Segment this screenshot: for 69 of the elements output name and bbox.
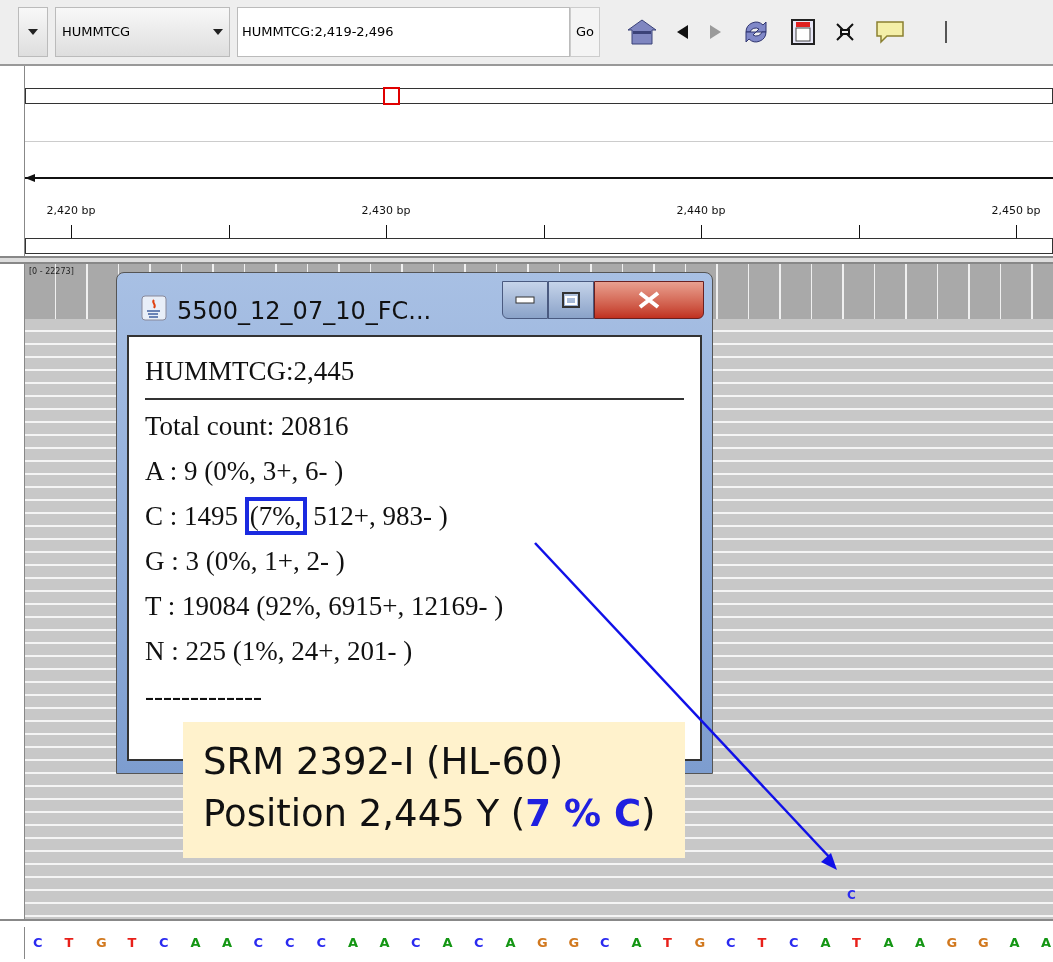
dropdown[interactable] (18, 7, 48, 57)
base-letter: A (820, 934, 831, 953)
java-icon (141, 295, 167, 321)
position-heading: HUMMTCG:2,445 (145, 355, 355, 388)
count-line: T : 19084 (92%, 6915+, 12169- ) (145, 590, 504, 623)
base-letter: A (1009, 934, 1020, 953)
base-letter: T (852, 934, 861, 953)
base-letter: G (694, 934, 706, 953)
ruler-label: 2,430 bp (361, 203, 411, 219)
base-letter: C (474, 934, 484, 953)
minimize-button[interactable] (502, 281, 548, 319)
caret-icon (28, 29, 38, 35)
base-letter: G (537, 934, 548, 953)
ruler-label: 2,450 bp (991, 203, 1041, 219)
base-letter: C (253, 934, 264, 953)
base-letter: G (96, 934, 107, 953)
base-letter: A (1041, 934, 1052, 953)
base-letter: C (600, 934, 610, 953)
ruler-label: 2,420 bp (46, 203, 96, 219)
count-line: N : 225 (1%, 24+, 201- ) (145, 635, 413, 668)
back-icon[interactable] (677, 25, 689, 39)
base-letter: C (159, 934, 169, 953)
base-letter: C (411, 934, 421, 953)
base-letter: C (316, 934, 327, 953)
callout-text: Position 2,445 Y (7 % C) (203, 791, 656, 837)
base-letter: G (568, 934, 580, 953)
variant-base: C (847, 887, 856, 904)
base-letter: C (789, 934, 799, 953)
maximize-icon (562, 292, 580, 308)
base-letter: G (946, 934, 958, 953)
go-button[interactable]: Go (570, 7, 600, 57)
base-letter: A (442, 934, 453, 953)
base-letter: C (285, 934, 295, 953)
region-marker (383, 87, 400, 105)
close-button[interactable] (594, 281, 704, 319)
close-icon (637, 291, 661, 309)
ruler-label: 2,440 bp (676, 203, 726, 219)
resize-icon[interactable] (835, 22, 855, 42)
count-line: C : 1495 (7%, 512+, 983- ) (145, 494, 448, 539)
base-letter: C (726, 934, 736, 953)
region-icon[interactable] (791, 19, 815, 45)
count-line: G : 3 (0%, 1+, 2- ) (145, 545, 345, 578)
base-letter: A (190, 934, 201, 953)
panel-splitter[interactable] (0, 256, 1053, 264)
base-letter: A (883, 934, 894, 953)
base-letter: A (379, 934, 390, 953)
base-letter: A (222, 934, 233, 953)
count-line: ------------- (145, 680, 262, 713)
base-letter: A (915, 934, 926, 953)
locus-field[interactable]: HUMMTCG:2,419-2,496 (237, 7, 570, 57)
base-letter: A (348, 934, 359, 953)
base-letter: T (663, 934, 672, 953)
count-line: A : 9 (0%, 3+, 6- ) (145, 455, 344, 488)
range-label: [0 - 22273] (29, 266, 74, 278)
home-icon[interactable] (627, 19, 657, 45)
genome-dropdown[interactable]: HUMMTCG (55, 7, 230, 57)
base-letter: T (127, 934, 137, 953)
window-title: 5500_12_07_10_FC... (177, 296, 432, 327)
maximize-button[interactable] (548, 281, 594, 319)
base-letter: G (978, 934, 989, 953)
base-letter: T (64, 934, 74, 953)
base-letter: A (631, 934, 642, 953)
caret-icon (213, 29, 223, 35)
base-letter: T (757, 934, 767, 953)
count-line: Total count: 20816 (145, 410, 349, 443)
minimize-icon (515, 296, 535, 304)
base-letter: C (33, 934, 43, 953)
callout-text: SRM 2392-I (HL-60) (203, 739, 564, 785)
base-letter: A (505, 934, 516, 953)
